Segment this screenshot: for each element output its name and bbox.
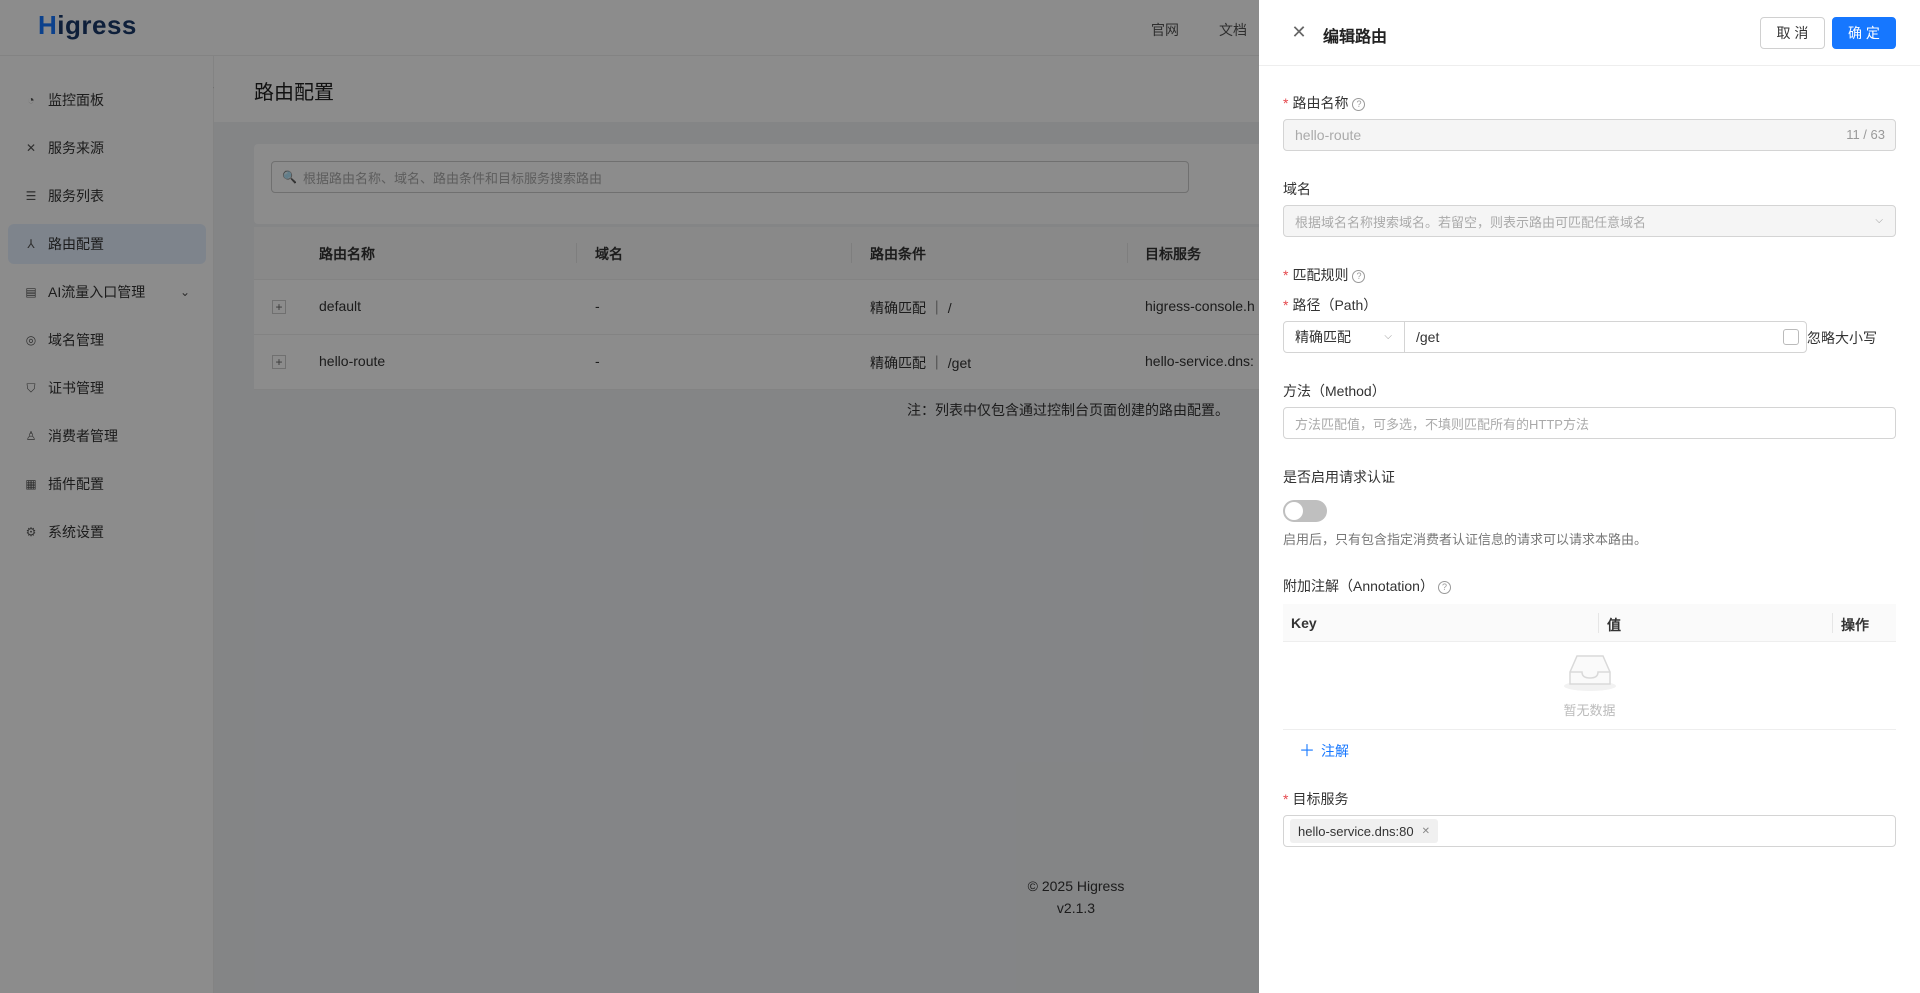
auth-label: 是否启用请求认证 [1283, 469, 1395, 485]
help-icon[interactable]: ? [1352, 270, 1366, 283]
route-name-input: hello-route 11 / 63 [1283, 119, 1896, 151]
annotation-label: 附加注解（Annotation）? [1283, 576, 1451, 596]
auth-toggle[interactable] [1283, 500, 1327, 522]
route-name-counter: 11 / 63 [1846, 127, 1885, 142]
auth-hint: 启用后，只有包含指定消费者认证信息的请求可以请求本路由。 [1283, 532, 1648, 547]
cancel-button[interactable]: 取 消 [1760, 17, 1825, 49]
chevron-down-icon: ⌵ [1384, 331, 1392, 342]
domain-select[interactable]: 根据域名名称搜索域名。若留空，则表示路由可匹配任意域名 ⌵ [1283, 205, 1896, 237]
add-annotation-button[interactable]: ＋注解 [1299, 737, 1349, 761]
annotation-table: Key 值 操作 暂无数据 [1283, 604, 1896, 730]
ignore-case-label: 忽略大小写 [1807, 330, 1877, 346]
chevron-down-icon: ⌵ [1875, 215, 1883, 226]
match-rules-label: * 匹配规则? [1283, 265, 1366, 285]
annotation-table-header: Key 值 操作 [1283, 604, 1896, 642]
drawer-title: 编辑路由 [1323, 29, 1388, 46]
close-icon[interactable]: ✕ [1422, 826, 1430, 837]
route-name-label: * 路由名称? [1283, 93, 1366, 113]
method-label: 方法（Method） [1283, 383, 1386, 399]
empty-inbox-icon [1564, 655, 1616, 691]
path-input[interactable]: /get [1404, 321, 1807, 353]
help-icon[interactable]: ? [1352, 98, 1366, 111]
path-label: * 路径（Path） [1283, 297, 1378, 313]
method-select[interactable]: 方法匹配值，可多选，不填则匹配所有的HTTP方法 [1283, 407, 1896, 439]
empty-text: 暂无数据 [1563, 703, 1616, 718]
column-header-value: 值 [1607, 617, 1621, 633]
ignore-case-checkbox[interactable] [1783, 329, 1799, 345]
edit-route-drawer: ✕ 编辑路由 取 消 确 定 * 路由名称? hello-route 11 / 6… [1259, 0, 1920, 993]
confirm-button[interactable]: 确 定 [1832, 17, 1896, 49]
column-header-actions: 操作 [1841, 617, 1869, 633]
target-service-select[interactable]: hello-service.dns:80 ✕ [1283, 815, 1896, 847]
help-icon[interactable]: ? [1437, 581, 1451, 594]
service-tag: hello-service.dns:80 ✕ [1290, 819, 1439, 843]
close-icon[interactable]: ✕ [1289, 22, 1309, 42]
target-service-label: * 目标服务 [1283, 791, 1349, 807]
path-match-type-select[interactable]: 精确匹配 ⌵ [1283, 321, 1405, 353]
column-header-key: Key [1291, 615, 1317, 631]
domain-label: 域名 [1283, 181, 1311, 197]
drawer-header: ✕ 编辑路由 取 消 确 定 [1259, 0, 1920, 66]
plus-icon: ＋ [1299, 743, 1316, 760]
